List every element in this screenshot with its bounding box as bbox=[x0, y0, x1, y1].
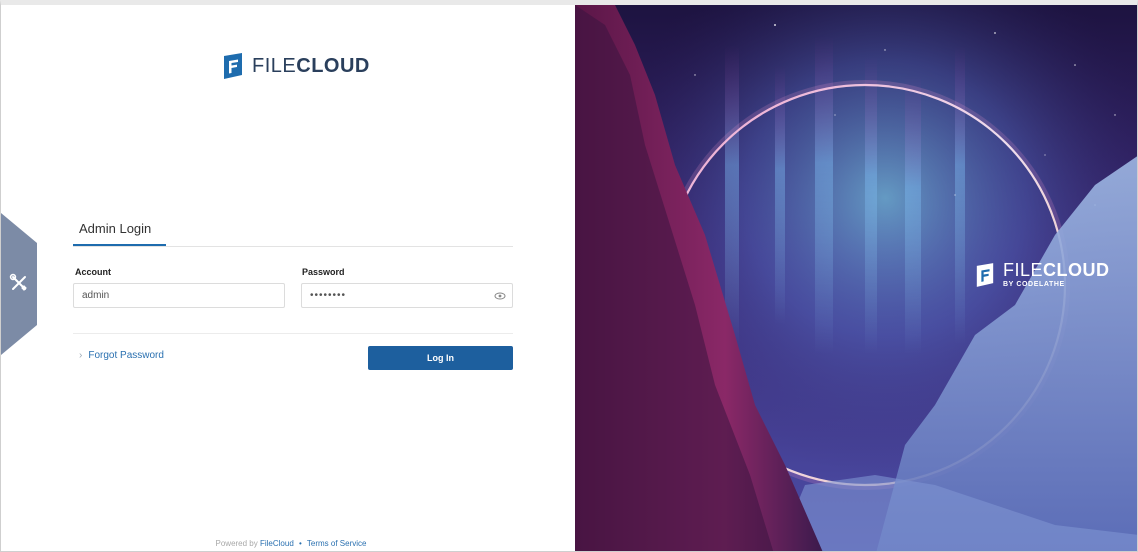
forgot-password-label: Forgot Password bbox=[88, 350, 164, 361]
hero-logo: FILECLOUD BY CODELATHE bbox=[975, 261, 1110, 288]
filecloud-logo-icon bbox=[976, 262, 994, 287]
tab-admin-login[interactable]: Admin Login bbox=[79, 221, 151, 236]
footer: Powered by FileCloud • Terms of Service bbox=[7, 539, 575, 548]
account-label: Account bbox=[75, 267, 111, 277]
login-panel: FILECLOUD Admin Login Account admin Pass… bbox=[7, 5, 575, 551]
password-input[interactable]: •••••••• bbox=[301, 283, 513, 308]
powered-by-text: Powered by bbox=[215, 539, 258, 548]
hero-tagline: BY CODELATHE bbox=[1003, 281, 1065, 288]
brand-name-bold: CLOUD bbox=[296, 54, 370, 77]
password-label: Password bbox=[302, 267, 345, 277]
hero-brand-name-bold: CLOUD bbox=[1043, 260, 1110, 280]
password-input-value: •••••••• bbox=[310, 290, 347, 301]
hero-brand-wordmark: FILECLOUD bbox=[1003, 261, 1110, 279]
form-divider bbox=[73, 333, 513, 334]
login-button[interactable]: Log In bbox=[368, 346, 513, 370]
footer-separator: • bbox=[299, 539, 302, 548]
filecloud-link[interactable]: FileCloud bbox=[260, 539, 294, 548]
account-input-value: admin bbox=[82, 290, 110, 301]
hero-brand-name-light: FILE bbox=[1003, 260, 1044, 280]
brand-wordmark: FILECLOUD bbox=[252, 55, 370, 78]
tools-icon[interactable] bbox=[9, 273, 29, 293]
filecloud-logo: FILECLOUD bbox=[222, 53, 370, 79]
account-input[interactable]: admin bbox=[73, 283, 285, 308]
forgot-password-link[interactable]: › Forgot Password bbox=[79, 350, 164, 361]
brand-name-light: FILE bbox=[252, 54, 297, 77]
show-password-icon[interactable] bbox=[494, 290, 506, 302]
browser-frame: FILECLOUD Admin Login Account admin Pass… bbox=[0, 0, 1138, 552]
admin-tools-tab[interactable] bbox=[1, 213, 37, 355]
tab-divider bbox=[73, 246, 513, 247]
terms-of-service-link[interactable]: Terms of Service bbox=[307, 539, 367, 548]
login-button-label: Log In bbox=[427, 353, 454, 363]
chevron-right-icon: › bbox=[79, 350, 83, 361]
filecloud-logo-icon bbox=[224, 53, 242, 79]
